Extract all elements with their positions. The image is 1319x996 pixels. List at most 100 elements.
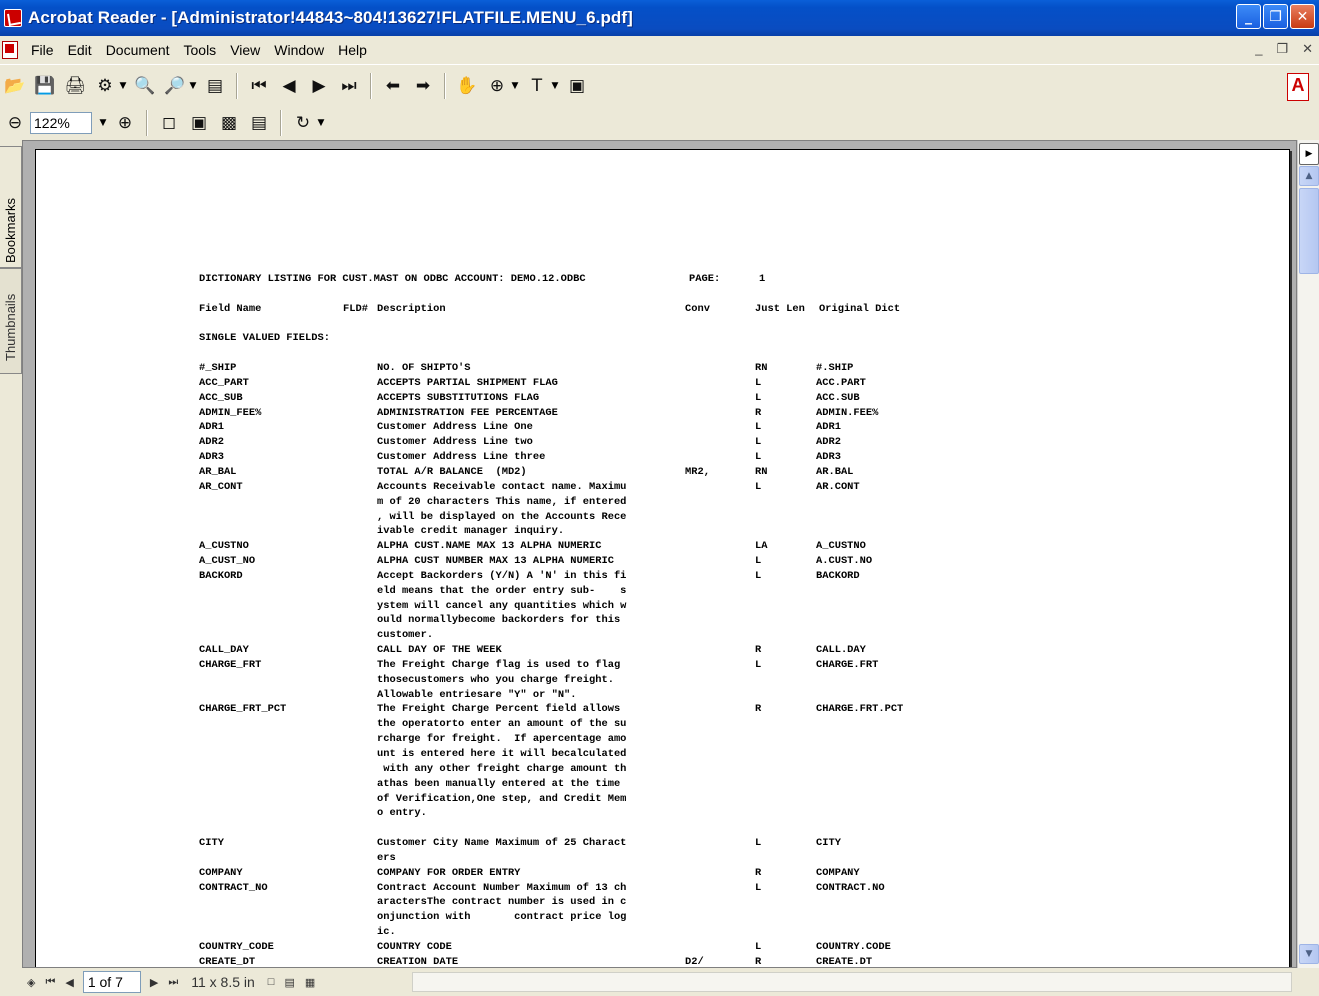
forward-icon[interactable]: ➡ [411,74,435,98]
zoom-input[interactable]: 122% [30,112,92,134]
search-icon[interactable]: 🔎 [163,74,187,98]
menu-edit[interactable]: Edit [61,42,99,58]
field-description: athas been manually entered at the time [377,777,621,790]
field-original-dict: AR.CONT [816,480,860,493]
field-description: ic. [377,926,396,939]
menu-document[interactable]: Document [99,42,177,58]
email-icon[interactable]: ⚙ [93,74,117,98]
fit-width-icon[interactable]: ▩ [217,111,241,135]
chevron-down-icon[interactable]: ▼ [118,74,128,98]
minimize-button[interactable]: _ [1236,4,1261,29]
field-name: ADR3 [199,451,224,464]
first-page-icon[interactable]: ⏮ [247,74,271,98]
acrobat-app-icon[interactable] [4,9,22,27]
zoom-in-icon[interactable]: ⊕ [113,111,137,135]
maximize-button[interactable]: ❐ [1263,4,1288,29]
field-description: The Freight Charge Percent field allows [377,703,621,716]
field-description: Customer Address Line three [377,451,546,464]
fit-page-icon[interactable]: ▣ [187,111,211,135]
field-description: ivable credit manager inquiry. [377,525,565,538]
chevron-down-icon[interactable]: ▼ [188,74,198,98]
hand-tool-icon[interactable]: ✋ [455,74,479,98]
single-page-icon[interactable]: □ [268,976,275,988]
menu-view[interactable]: View [223,42,267,58]
document-pane[interactable]: DICTIONARY LISTING FOR CUST.MAST ON ODBC… [22,140,1297,968]
doc-close-button[interactable]: ✕ [1302,41,1313,57]
fit-visible-icon[interactable]: ▤ [247,111,271,135]
previous-page-icon[interactable]: ◀ [65,976,73,989]
field-description: m of 20 characters This name, if entered [377,495,627,508]
next-page-icon[interactable]: ▶ [150,976,158,989]
print-icon[interactable]: 🖨 [63,74,87,98]
find-icon[interactable]: 🔍 [133,74,157,98]
field-original-dict: CONTRACT.NO [816,881,885,894]
close-button[interactable]: ✕ [1290,4,1315,29]
back-icon[interactable]: ⬅ [381,74,405,98]
document-icon[interactable] [2,41,18,59]
page-size-label: 11 x 8.5 in [191,974,255,990]
field-just: RN [755,362,768,375]
previous-page-icon[interactable]: ◀ [277,74,301,98]
vertical-scrollbar[interactable]: ▶ ▲ ▼ [1297,140,1319,968]
field-description: ACCEPTS SUBSTITUTIONS FLAG [377,391,540,404]
chevron-down-icon[interactable]: ▼ [510,74,520,98]
field-description: ALPHA CUST.NAME MAX 13 ALPHA NUMERIC [377,540,602,553]
tab-thumbnails[interactable]: Thumbnails [0,268,22,374]
navigation-icon[interactable]: ◈ [27,976,35,989]
toolbar-separator [146,110,148,136]
field-description: eld means that the order entry sub- s [377,584,627,597]
menu-file[interactable]: File [24,42,61,58]
field-original-dict: ACC.PART [816,376,866,389]
zoom-out-icon[interactable]: ⊖ [3,111,27,135]
split-arrow-icon[interactable]: ▶ [1299,143,1319,165]
facing-pages-icon[interactable]: ▦ [305,976,315,989]
last-page-icon[interactable]: ⏭ [168,976,178,989]
adobe-logo: A [1287,73,1309,101]
field-description: Accounts Receivable contact name. Maximu [377,480,627,493]
chevron-down-icon[interactable]: ▼ [98,111,108,135]
scroll-up-icon[interactable]: ▲ [1299,166,1319,186]
horizontal-scrollbar[interactable] [412,972,1292,992]
scroll-down-icon[interactable]: ▼ [1299,944,1319,964]
chevron-down-icon[interactable]: ▼ [550,74,560,98]
last-page-icon[interactable]: ⏭ [337,74,361,98]
rotate-view-icon[interactable]: ↻ [291,111,315,135]
field-description: Customer City Name Maximum of 25 Charact [377,837,627,850]
zoom-tool-icon[interactable]: ⊕ [485,74,509,98]
pdf-page: DICTIONARY LISTING FOR CUST.MAST ON ODBC… [35,149,1290,968]
field-description: Contract Account Number Maximum of 13 ch [377,881,627,894]
open-icon[interactable]: 📂 [3,74,27,98]
column-header-original-dict: Original Dict [819,302,901,315]
field-original-dict: A_CUSTNO [816,540,866,553]
next-page-icon[interactable]: ▶ [307,74,331,98]
tab-bookmarks[interactable]: Bookmarks [0,146,22,268]
page-number-field[interactable]: 1 of 7 [82,971,141,993]
chevron-down-icon[interactable]: ▼ [316,111,326,135]
field-name: AR_BAL [199,465,237,478]
doc-minimize-button[interactable]: _ [1255,41,1262,57]
actual-size-icon[interactable]: ◻ [157,111,181,135]
snapshot-icon[interactable]: ▣ [565,74,589,98]
save-icon[interactable]: 💾 [33,74,57,98]
report-title: DICTIONARY LISTING FOR CUST.MAST ON ODBC… [199,273,586,285]
doc-restore-button[interactable]: ❐ [1276,41,1288,57]
field-description: of Verification,One step, and Credit Mem [377,792,627,805]
menu-window[interactable]: Window [267,42,331,58]
field-name: A_CUSTNO [199,540,249,553]
field-description: Allowable entriesare "Y" or "N". [377,688,577,701]
field-description: the operatorto enter an amount of the su [377,718,627,731]
field-name: COUNTRY_CODE [199,940,274,953]
field-description: COUNTRY CODE [377,940,452,953]
column-header-just-len: Just Len [755,302,805,315]
field-just: LA [755,540,768,553]
field-description: with any other freight charge amount th [377,762,627,775]
field-description: CREATION DATE [377,955,459,968]
menu-help[interactable]: Help [331,42,374,58]
field-just: L [755,658,762,671]
first-page-icon[interactable]: ⏮ [45,976,55,989]
scroll-thumb[interactable] [1299,188,1319,274]
page-panel-icon[interactable]: ▤ [203,74,227,98]
continuous-icon[interactable]: ▤ [284,976,294,989]
text-select-icon[interactable]: T [525,74,549,98]
menu-tools[interactable]: Tools [177,42,224,58]
